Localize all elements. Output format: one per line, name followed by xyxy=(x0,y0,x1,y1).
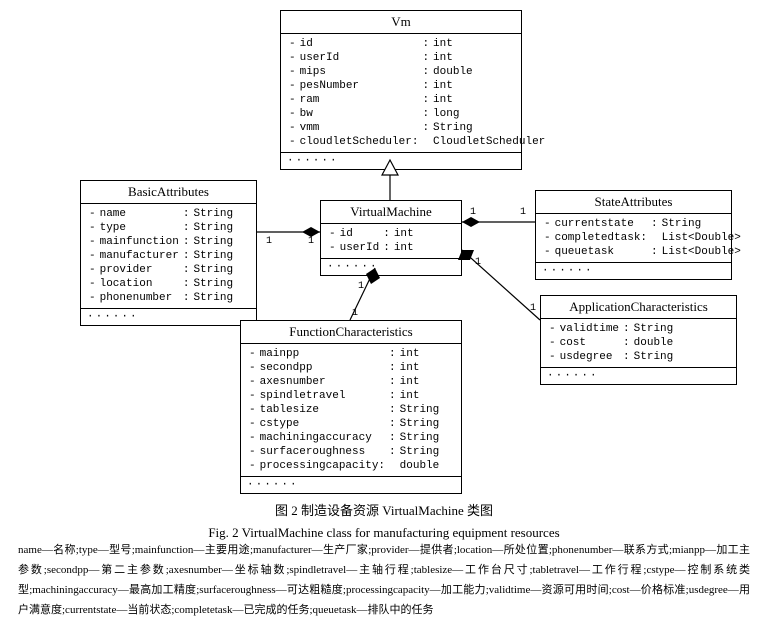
class-state-attributes: StateAttributes -currentstate:String-com… xyxy=(535,190,732,280)
class-body: -id:int-userId:int xyxy=(321,224,461,258)
class-virtual-machine: VirtualMachine -id:int-userId:int ······ xyxy=(320,200,462,276)
class-body: -id:int-userId:int-mips:double-pesNumber… xyxy=(281,34,521,152)
diagram-canvas: Vm -id:int-userId:int-mips:double-pesNum… xyxy=(0,0,768,610)
class-title: FunctionCharacteristics xyxy=(241,321,461,344)
legend-text: name—名称;type—型号;mainfunction—主要用途;manufa… xyxy=(18,540,750,620)
svg-text:1: 1 xyxy=(475,257,481,268)
class-application-characteristics: ApplicationCharacteristics -validtime:St… xyxy=(540,295,737,385)
class-ellipsis: ······ xyxy=(541,367,736,384)
class-title: BasicAttributes xyxy=(81,181,256,204)
svg-text:1: 1 xyxy=(470,207,476,218)
svg-text:1: 1 xyxy=(266,236,272,247)
svg-text:1: 1 xyxy=(520,207,526,218)
class-vm: Vm -id:int-userId:int-mips:double-pesNum… xyxy=(280,10,522,170)
class-ellipsis: ······ xyxy=(281,152,521,169)
figure-caption: 图 2 制造设备资源 VirtualMachine 类图 Fig. 2 Virt… xyxy=(0,500,768,544)
svg-text:1: 1 xyxy=(530,303,536,314)
caption-cn: 图 2 制造设备资源 VirtualMachine 类图 xyxy=(0,500,768,522)
class-body: -mainpp:int-secondpp:int-axesnumber:int-… xyxy=(241,344,461,476)
class-ellipsis: ······ xyxy=(81,308,256,325)
class-title: VirtualMachine xyxy=(321,201,461,224)
class-ellipsis: ······ xyxy=(536,262,731,279)
svg-text:1: 1 xyxy=(352,308,358,319)
svg-text:1: 1 xyxy=(308,236,314,247)
class-function-characteristics: FunctionCharacteristics -mainpp:int-seco… xyxy=(240,320,462,494)
class-body: -validtime:String-cost:double-usdegree:S… xyxy=(541,319,736,367)
svg-text:1: 1 xyxy=(358,281,364,292)
class-basic-attributes: BasicAttributes -name:String-type:String… xyxy=(80,180,257,326)
class-ellipsis: ······ xyxy=(241,476,461,493)
class-title: ApplicationCharacteristics xyxy=(541,296,736,319)
class-ellipsis: ······ xyxy=(321,258,461,275)
class-title: StateAttributes xyxy=(536,191,731,214)
class-body: -currentstate:String-completedtask:List<… xyxy=(536,214,731,262)
class-title: Vm xyxy=(281,11,521,34)
class-body: -name:String-type:String-mainfunction:St… xyxy=(81,204,256,308)
